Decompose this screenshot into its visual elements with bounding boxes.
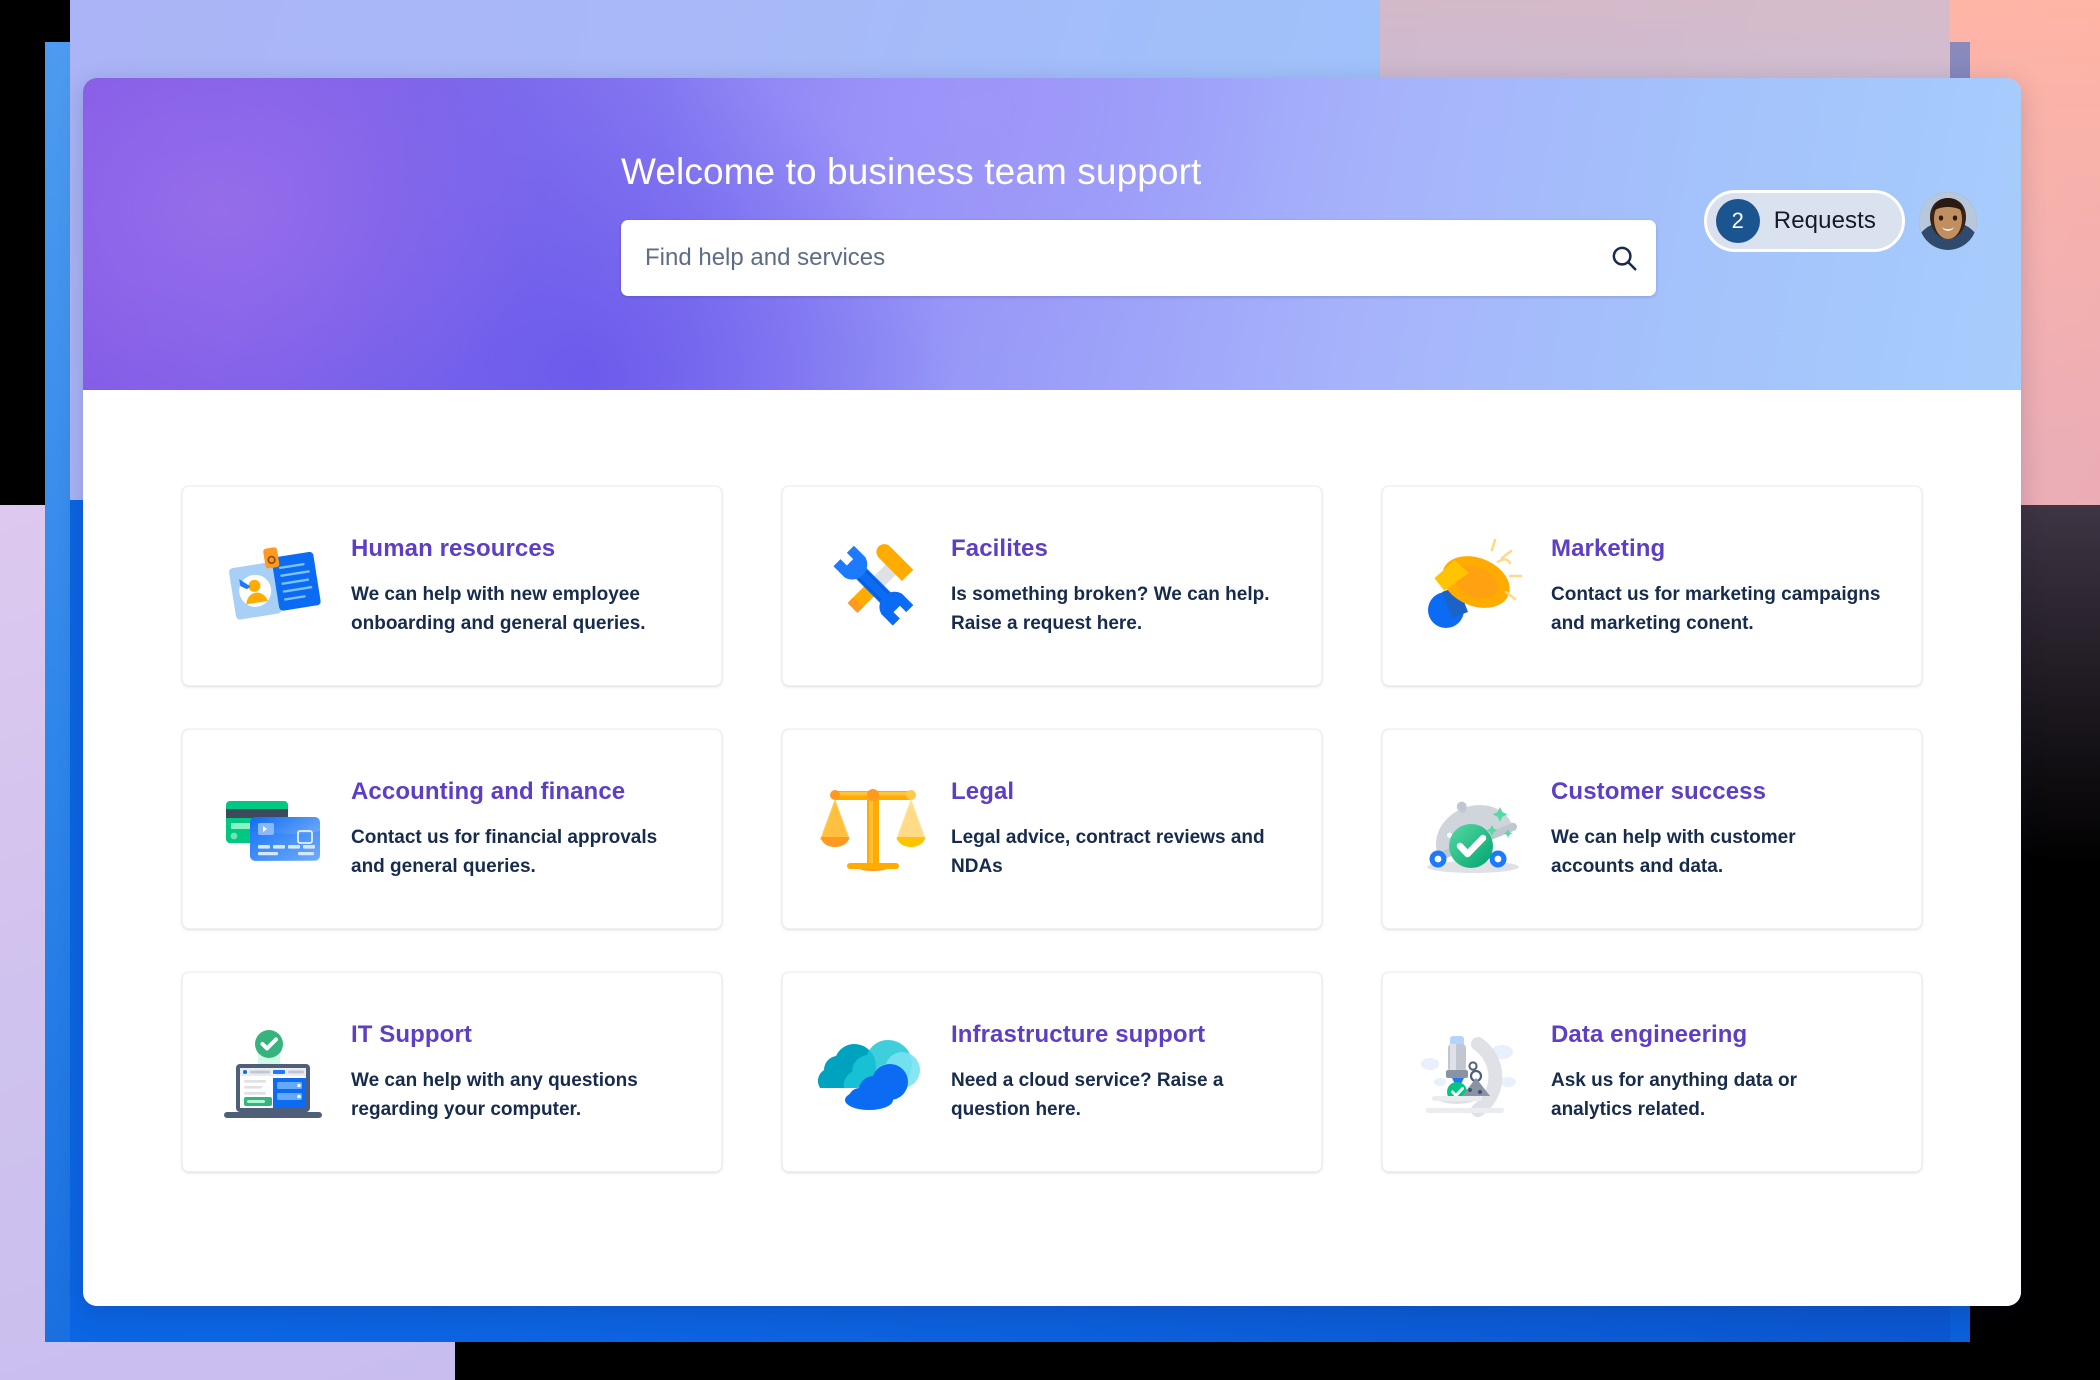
requests-count-badge: 2 xyxy=(1715,199,1760,243)
id-badge-icon xyxy=(207,520,339,652)
avatar-photo xyxy=(1919,192,1977,250)
service-card-data-engineering[interactable]: Data engineering Ask us for anything dat… xyxy=(1382,972,1922,1172)
service-card-accounting-and-finance[interactable]: Accounting and finance Contact us for fi… xyxy=(182,729,722,929)
services-body: Human resources We can help with new emp… xyxy=(83,390,2021,1306)
service-card-description: We can help with any questions regarding… xyxy=(351,1070,638,1120)
service-card-infrastructure-support[interactable]: Infrastructure support Need a cloud serv… xyxy=(782,972,1322,1172)
service-card-description: Contact us for marketing campaigns and m… xyxy=(1551,584,1881,634)
requests-button[interactable]: 2 Requests xyxy=(1703,190,1905,252)
service-card-description: Contact us for financial approvals and g… xyxy=(351,827,658,877)
search-bar[interactable] xyxy=(621,220,1656,297)
service-card-title: Human resources xyxy=(351,535,556,563)
search-icon[interactable] xyxy=(1592,220,1656,296)
service-card-text: Human resources We can help with new emp… xyxy=(351,533,681,639)
hero-header: Welcome to business team support 2 Reque… xyxy=(83,78,2021,390)
hammer-wrench-icon xyxy=(807,520,939,652)
service-card-it-support[interactable]: IT Support We can help with any question… xyxy=(182,972,722,1172)
hero-actions: 2 Requests xyxy=(1703,190,1977,252)
service-card-text: Facilites Is something broken? We can he… xyxy=(951,533,1281,639)
service-dome-check-icon xyxy=(1407,763,1539,895)
service-card-description: Is something broken? We can help. Raise … xyxy=(951,584,1270,634)
laptop-check-icon xyxy=(207,1006,339,1138)
service-card-text: Customer success We can help with custom… xyxy=(1551,776,1881,882)
avatar[interactable] xyxy=(1919,192,1977,250)
service-card-facilites[interactable]: Facilites Is something broken? We can he… xyxy=(782,486,1322,686)
service-card-human-resources[interactable]: Human resources We can help with new emp… xyxy=(182,486,722,686)
service-card-description: We can help with customer accounts and d… xyxy=(1551,827,1796,877)
service-card-description: Ask us for anything data or analytics re… xyxy=(1551,1070,1797,1120)
hero-content: Welcome to business team support xyxy=(621,78,1656,297)
service-card-text: Data engineering Ask us for anything dat… xyxy=(1551,1019,1881,1125)
requests-label: Requests xyxy=(1773,207,1876,234)
service-card-title: Marketing xyxy=(1551,535,1666,563)
service-card-grid: Human resources We can help with new emp… xyxy=(182,486,1922,1172)
megaphone-icon xyxy=(1407,520,1539,652)
service-card-text: Marketing Contact us for marketing campa… xyxy=(1551,533,1881,639)
service-card-text: Accounting and finance Contact us for fi… xyxy=(351,776,681,882)
credit-cards-icon xyxy=(207,763,339,895)
service-card-title: Accounting and finance xyxy=(351,778,626,806)
service-card-text: IT Support We can help with any question… xyxy=(351,1019,681,1125)
service-card-description: Legal advice, contract reviews and NDAs xyxy=(951,827,1265,877)
page-title: Welcome to business team support xyxy=(621,151,1202,192)
microscope-icon xyxy=(1407,1006,1539,1138)
service-card-title: IT Support xyxy=(351,1021,472,1049)
cloud-icon xyxy=(807,1006,939,1138)
service-card-title: Facilites xyxy=(951,535,1048,563)
service-card-legal[interactable]: Legal Legal advice, contract reviews and… xyxy=(782,729,1322,929)
help-center-window: Welcome to business team support 2 Reque… xyxy=(83,78,2021,1306)
service-card-marketing[interactable]: Marketing Contact us for marketing campa… xyxy=(1382,486,1922,686)
service-card-description: Need a cloud service? Raise a question h… xyxy=(951,1070,1224,1120)
scales-of-justice-icon xyxy=(807,763,939,895)
search-input[interactable] xyxy=(621,244,1592,273)
service-card-title: Legal xyxy=(951,778,1015,806)
service-card-title: Customer success xyxy=(1551,778,1767,806)
service-card-text: Infrastructure support Need a cloud serv… xyxy=(951,1019,1281,1125)
service-card-description: We can help with new employee onboarding… xyxy=(351,584,646,634)
service-card-customer-success[interactable]: Customer success We can help with custom… xyxy=(1382,729,1922,929)
service-card-title: Infrastructure support xyxy=(951,1021,1206,1049)
service-card-title: Data engineering xyxy=(1551,1021,1748,1049)
service-card-text: Legal Legal advice, contract reviews and… xyxy=(951,776,1281,882)
